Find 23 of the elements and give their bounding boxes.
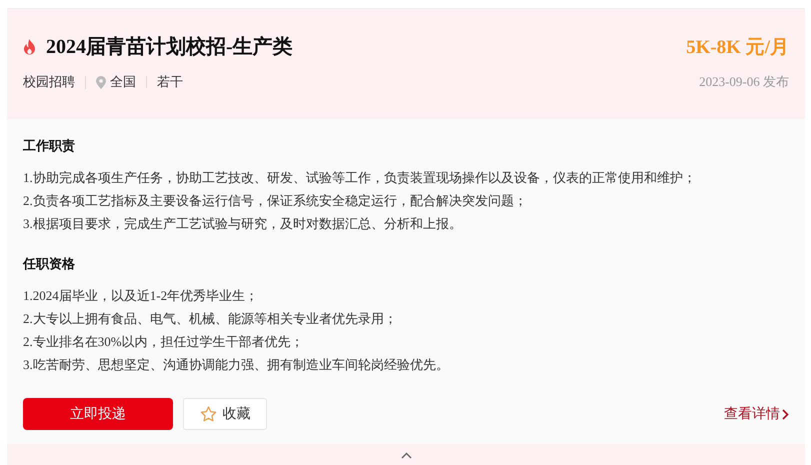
requirement-line: 1.协助完成各项生产任务，协助工艺技改、研发、试验等工作，负责装置现场操作以及设备，仪表的正常使用和维护；	[23, 169, 697, 187]
apply-button[interactable]: 立即投递	[23, 398, 173, 430]
details-link[interactable]: 查看详情	[724, 405, 789, 423]
salary: 5K-8K 元/月	[686, 36, 789, 60]
chevron-right-icon	[782, 408, 789, 420]
location-pin-icon	[96, 76, 106, 88]
chevron-up-icon	[400, 452, 412, 458]
requirement-line: 2.专业排名在30%以内，担任过学生干部者优先；	[23, 333, 305, 351]
star-icon	[200, 406, 216, 422]
requirement-line: 3.根据项目要求，完成生产工艺试验与研究，及时对数据汇总、分析和上报。	[23, 215, 463, 233]
section-heading: 工作职责	[23, 137, 76, 155]
requirement-line: 1.2024届毕业，以及近1-2年优秀毕业生；	[23, 287, 260, 305]
job-tag: 校园招聘	[23, 76, 75, 88]
job-tag: 全国	[110, 76, 136, 88]
job-tag: 若干	[157, 76, 183, 88]
collapse-bar[interactable]	[7, 444, 805, 465]
requirement-line: 3.吃苦耐劳、思想坚定、沟通协调能力强、拥有制造业车间轮岗经验优先。	[23, 356, 450, 374]
section-heading: 任职资格	[23, 255, 76, 273]
requirement-line: 2.负责各项工艺指标及主要设备运行信号，保证系统安全稳定运行，配合解决突发问题；	[23, 192, 528, 210]
favorite-button[interactable]: 收藏	[183, 398, 267, 430]
requirement-line: 2.大专以上拥有食品、电气、机械、能源等相关专业者优先录用；	[23, 310, 398, 328]
job-title: 2024届青苗计划校招-生产类	[46, 34, 293, 60]
post-date: 2023-09-06 发布	[699, 73, 789, 91]
